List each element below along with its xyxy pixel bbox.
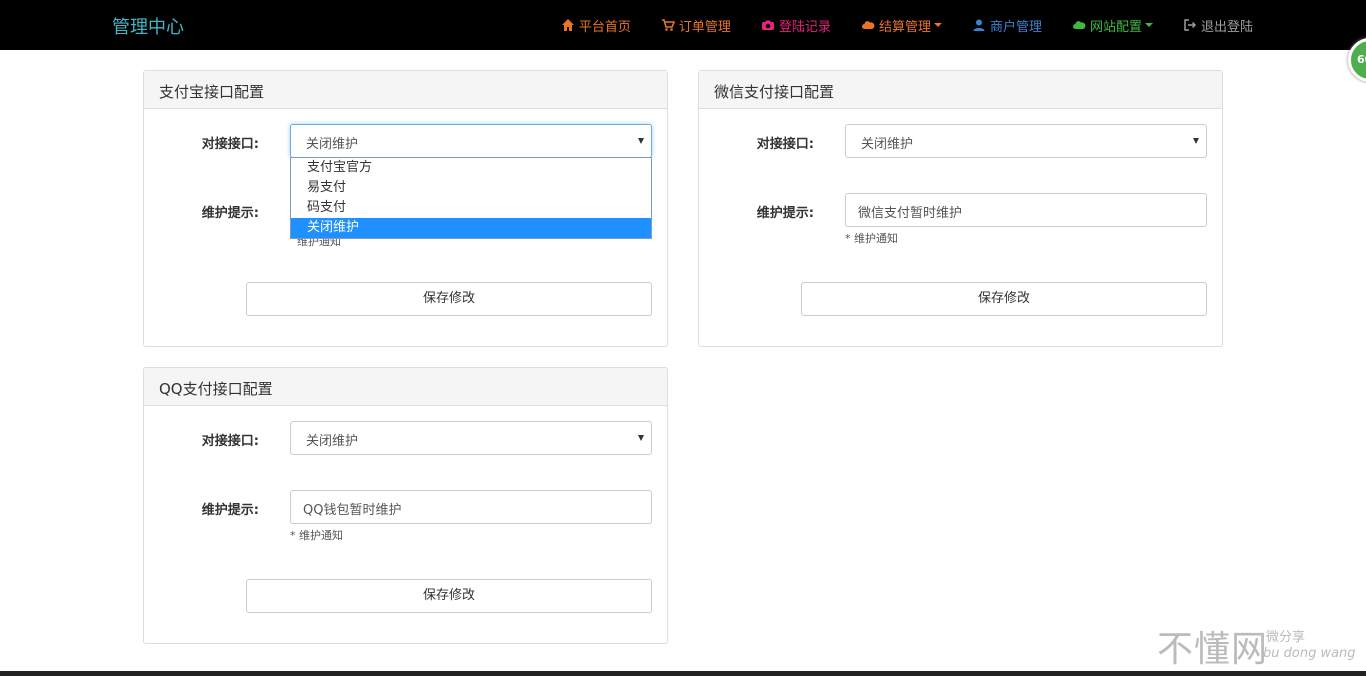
dropdown-arrow-icon xyxy=(1193,138,1199,144)
chevron-down-icon xyxy=(933,23,942,27)
cloud-icon xyxy=(1072,21,1086,29)
dropdown-arrow-icon xyxy=(638,138,644,144)
option-alipay-official[interactable]: 支付宝官方 xyxy=(291,158,651,178)
nav-item-home[interactable]: 平台首页 xyxy=(561,16,631,35)
option-close-maintenance[interactable]: 关闭维护 xyxy=(291,218,651,238)
nav-item-label: 退出登陆 xyxy=(1200,19,1253,35)
panel-title: 支付宝接口配置 xyxy=(144,71,667,109)
nav-item-label: 平台首页 xyxy=(578,19,631,35)
alipay-interface-options: 支付宝官方 易支付 码支付 关闭维护 xyxy=(290,157,652,239)
nav-item-logout[interactable]: 退出登陆 xyxy=(1183,16,1253,35)
top-navbar: 管理中心 平台首页 订单管理 登陆记录 结算管理 商户管理 网站配置 退出登陆 xyxy=(0,0,1366,50)
chevron-down-icon xyxy=(1144,23,1153,27)
wechat-save-button[interactable]: 保存修改 xyxy=(801,282,1207,316)
logout-icon xyxy=(1184,19,1197,31)
select-value: 关闭维护 xyxy=(306,434,359,449)
alipay-interface-select[interactable]: 关闭维护 xyxy=(290,124,652,158)
help-text: * 维护通知 xyxy=(845,232,898,245)
alipay-save-button[interactable]: 保存修改 xyxy=(246,282,652,316)
panel-title: 微信支付接口配置 xyxy=(699,71,1222,109)
user-icon xyxy=(973,19,985,31)
help-text: * 维护通知 xyxy=(290,529,343,542)
brand-title[interactable]: 管理中心 xyxy=(112,13,184,39)
nav-item-login-records[interactable]: 登陆记录 xyxy=(761,16,831,35)
panel-title: QQ支付接口配置 xyxy=(144,368,667,406)
nav-item-merchants[interactable]: 商户管理 xyxy=(972,16,1042,35)
nav-item-site-config[interactable]: 网站配置 xyxy=(1072,16,1153,35)
cloud-icon xyxy=(861,21,875,29)
option-epay[interactable]: 易支付 xyxy=(291,178,651,198)
camera-icon xyxy=(761,20,774,30)
wechat-tip-input[interactable]: 微信支付暂时维护 xyxy=(845,193,1207,227)
qq-interface-select[interactable]: 关闭维护 xyxy=(290,421,652,455)
dropdown-arrow-icon xyxy=(638,435,644,441)
nav-item-settlement[interactable]: 结算管理 xyxy=(861,16,942,35)
option-codepay[interactable]: 码支付 xyxy=(291,198,651,218)
tip-label: 维护提示: xyxy=(201,206,259,221)
nav-item-label: 网站配置 xyxy=(1089,19,1142,35)
qq-tip-input[interactable]: QQ钱包暂时维护 xyxy=(290,490,652,524)
watermark-logo: 不懂网 xyxy=(1157,629,1269,670)
nav-item-label: 登陆记录 xyxy=(778,19,831,35)
watermark-pinyin: bu dong wang xyxy=(1263,646,1356,661)
select-value: 关闭维护 xyxy=(861,137,914,152)
cart-icon xyxy=(661,19,675,31)
tip-label: 维护提示: xyxy=(201,503,259,518)
interface-label: 对接接口: xyxy=(756,137,814,152)
watermark-subtitle: 微分享 xyxy=(1266,630,1306,645)
wechat-interface-select[interactable]: 关闭维护 xyxy=(845,124,1207,158)
select-value: 关闭维护 xyxy=(306,137,359,152)
bottom-bar xyxy=(0,671,1366,676)
nav-item-orders[interactable]: 订单管理 xyxy=(661,16,731,35)
interface-label: 对接接口: xyxy=(201,434,259,449)
interface-label: 对接接口: xyxy=(201,137,259,152)
tip-label: 维护提示: xyxy=(756,206,814,221)
nav-item-label: 结算管理 xyxy=(878,19,931,35)
home-icon xyxy=(561,19,574,31)
nav-item-label: 商户管理 xyxy=(989,19,1042,35)
nav-menu: 平台首页 订单管理 登陆记录 结算管理 商户管理 网站配置 退出登陆 xyxy=(561,0,1253,50)
qq-save-button[interactable]: 保存修改 xyxy=(246,579,652,613)
nav-item-label: 订单管理 xyxy=(678,19,731,35)
